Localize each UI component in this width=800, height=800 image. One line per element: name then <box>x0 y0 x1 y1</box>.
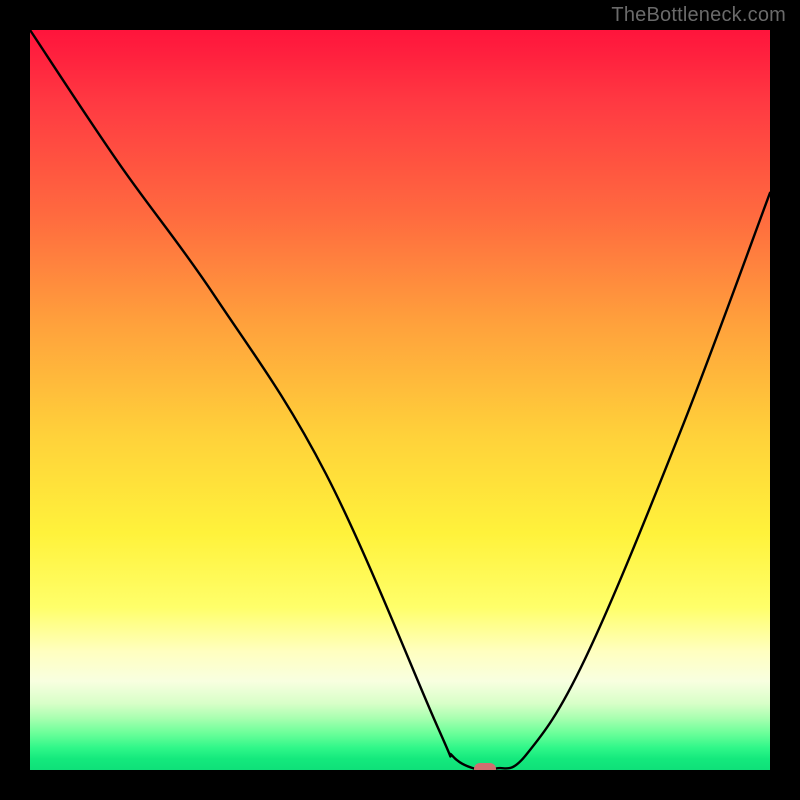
plot-area <box>30 30 770 770</box>
bottleneck-curve <box>30 30 770 770</box>
chart-frame: TheBottleneck.com <box>0 0 800 800</box>
optimal-point-marker <box>474 763 496 770</box>
watermark-text: TheBottleneck.com <box>611 4 786 27</box>
